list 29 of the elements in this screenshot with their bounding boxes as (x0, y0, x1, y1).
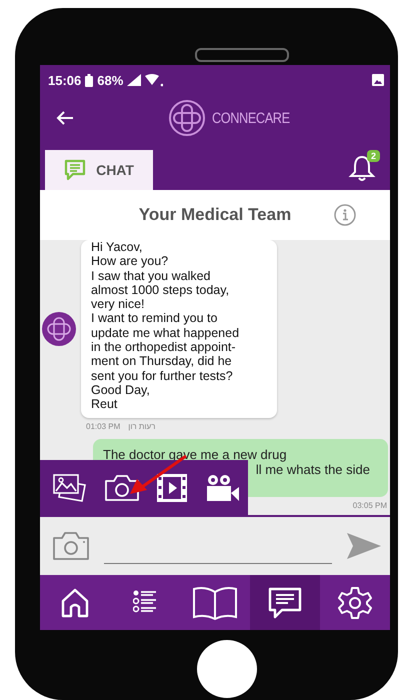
logo-icon (168, 99, 206, 137)
book-icon (191, 586, 239, 620)
sender-name: רעות רון (128, 422, 156, 431)
chat-bubble-icon (268, 586, 302, 618)
app-logo-text: CONNECARE (212, 110, 290, 126)
video-camera-icon[interactable] (204, 472, 240, 502)
message-text: ll me whats the side (256, 462, 370, 477)
back-arrow-icon[interactable] (56, 110, 74, 124)
film-icon[interactable] (156, 472, 188, 502)
battery-percent: 68% (97, 72, 124, 88)
chat-title: Your Medical Team (138, 205, 292, 225)
signal-icon (127, 74, 142, 86)
battery-icon (85, 74, 94, 86)
settings-icon (338, 586, 372, 620)
message-time: 03:05 PM (352, 500, 387, 510)
gallery-icon[interactable] (52, 472, 88, 502)
notification-badge: 2 (366, 150, 380, 162)
message-time: 01:03 PM (86, 422, 120, 431)
image-icon (372, 74, 384, 86)
avatar-icon (42, 312, 76, 346)
home-icon (59, 586, 91, 618)
bell-icon[interactable] (348, 154, 376, 182)
nav-tab[interactable] (250, 575, 320, 630)
chat-tab[interactable]: CHAT (45, 150, 153, 190)
status-time: 15:06 (48, 72, 82, 88)
chat-bubble-icon (64, 159, 86, 181)
info-icon[interactable] (334, 204, 356, 226)
wifi-icon (145, 74, 164, 86)
incoming-message: Hi Yacov, How are you? I saw that you walked almost 1000 steps today, very nice! I want to remind you to update me what happened in the orthopedist appoint- ment on Thursday, did he sent you for further tests? Good Day, Reut (81, 240, 277, 418)
